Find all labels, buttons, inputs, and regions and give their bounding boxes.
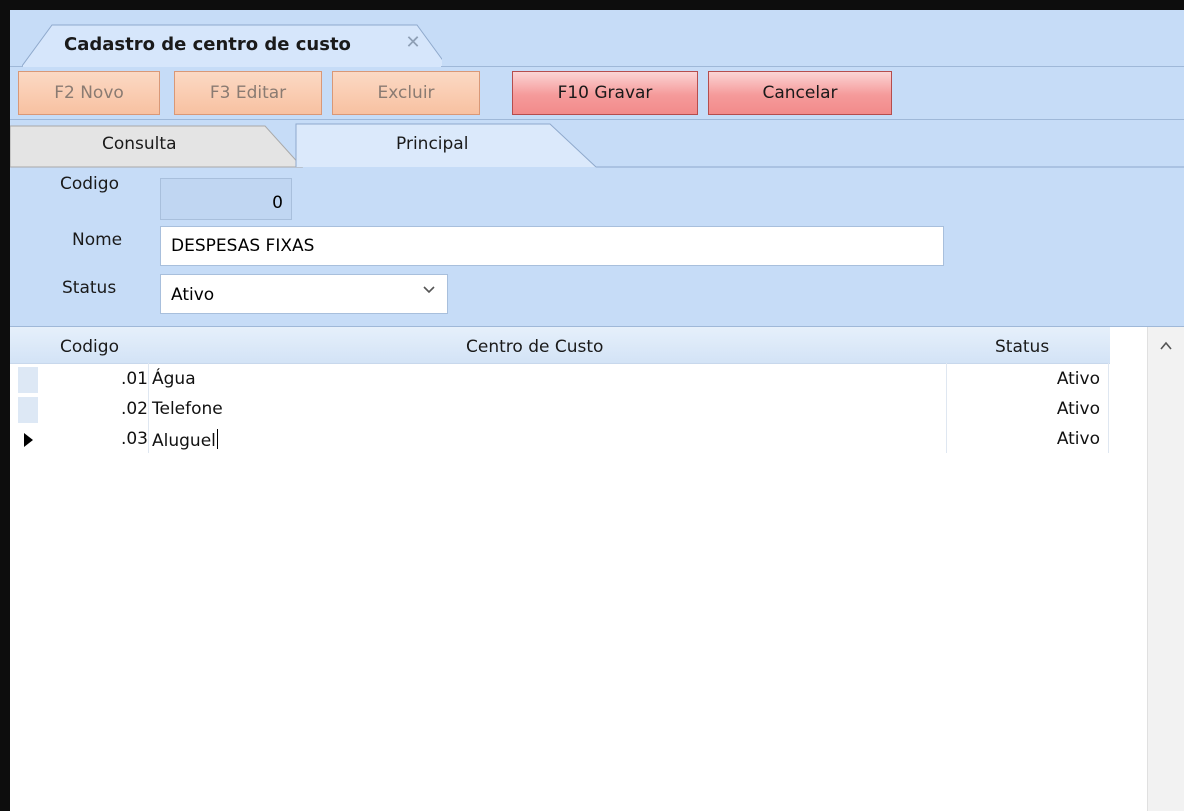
grid-header: Codigo Centro de Custo Status	[10, 327, 1110, 364]
window-frame-left	[0, 0, 10, 811]
cell-codigo: .03	[120, 429, 148, 449]
principal-form: Codigo 0 Nome Status Ativo	[10, 168, 1184, 327]
status-select[interactable]: Ativo	[160, 274, 448, 314]
cell-status: Ativo	[1056, 429, 1100, 449]
editar-button[interactable]: F3 Editar	[174, 71, 322, 115]
cell-codigo: .02	[120, 399, 148, 419]
tab-principal[interactable]: Principal	[396, 134, 468, 154]
document-tab[interactable]: Cadastro de centro de custo ✕	[22, 24, 442, 67]
window-frame-top	[0, 0, 1184, 10]
gravar-button[interactable]: F10 Gravar	[512, 71, 698, 115]
section-tabs-shape	[10, 123, 1184, 168]
chevron-down-icon[interactable]	[423, 283, 435, 299]
vertical-scrollbar[interactable]	[1147, 327, 1184, 811]
chevron-up-icon[interactable]	[1158, 339, 1174, 355]
table-row-selected[interactable]: .03 Aluguel Ativo	[10, 425, 1110, 455]
status-label: Status	[62, 278, 117, 298]
close-icon[interactable]: ✕	[404, 34, 422, 52]
excluir-button[interactable]: Excluir	[332, 71, 480, 115]
cell-status: Ativo	[1056, 369, 1100, 389]
cancelar-button[interactable]: Cancelar	[708, 71, 892, 115]
document-tab-title: Cadastro de centro de custo	[64, 34, 351, 55]
toolbar: F2 Novo F3 Editar Excluir F10 Gravar Can…	[10, 67, 1184, 120]
text-caret	[216, 429, 218, 449]
nome-label: Nome	[72, 230, 123, 250]
tab-consulta[interactable]: Consulta	[102, 134, 176, 154]
section-tabs: Consulta Principal	[10, 120, 1184, 168]
app-window: Cadastro de centro de custo ✕ F2 Novo F3…	[10, 10, 1184, 811]
row-indicator[interactable]	[18, 397, 38, 423]
novo-button[interactable]: F2 Novo	[18, 71, 160, 115]
column-header-centro-custo[interactable]: Centro de Custo	[466, 337, 603, 357]
nome-field[interactable]	[160, 226, 944, 266]
column-header-status[interactable]: Status	[995, 337, 1049, 357]
codigo-label: Codigo	[60, 174, 119, 194]
table-row[interactable]: .01 Água Ativo	[10, 365, 1110, 395]
document-tab-strip: Cadastro de centro de custo ✕	[10, 10, 1184, 67]
centro-custo-grid: Codigo Centro de Custo Status .01 Água A…	[10, 327, 1184, 811]
cell-centro-custo-text: Aluguel	[152, 431, 216, 451]
cell-status: Ativo	[1056, 399, 1100, 419]
cell-centro-custo: Água	[152, 369, 196, 389]
status-select-value: Ativo	[171, 285, 215, 305]
row-indicator[interactable]	[18, 367, 38, 393]
cell-codigo: .01	[120, 369, 148, 389]
row-pointer-icon	[18, 427, 38, 453]
table-row[interactable]: .02 Telefone Ativo	[10, 395, 1110, 425]
codigo-field: 0	[160, 178, 292, 220]
column-header-codigo[interactable]: Codigo	[60, 337, 119, 357]
cell-centro-custo-editing[interactable]: Aluguel	[152, 429, 218, 451]
cell-centro-custo: Telefone	[152, 399, 223, 419]
